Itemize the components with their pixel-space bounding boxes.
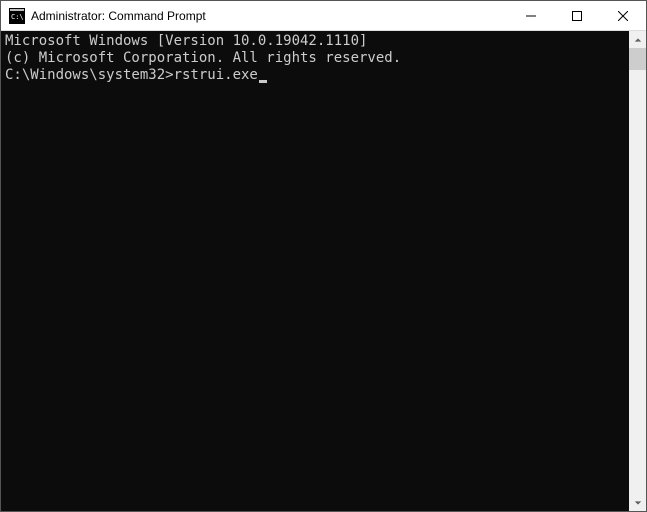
scroll-down-button[interactable] [629,494,646,511]
minimize-button[interactable] [508,1,554,30]
cursor [259,80,267,83]
scroll-thumb[interactable] [629,48,646,70]
terminal-output[interactable]: Microsoft Windows [Version 10.0.19042.11… [1,31,629,511]
svg-text:C:\: C:\ [11,13,24,21]
copyright-line: (c) Microsoft Corporation. All rights re… [5,50,625,67]
version-line: Microsoft Windows [Version 10.0.19042.11… [5,33,625,50]
prompt-line: C:\Windows\system32>rstrui.exe [5,67,625,84]
chevron-up-icon [634,36,642,44]
maximize-icon [572,11,582,21]
cmd-icon: C:\ [9,8,25,24]
scroll-track[interactable] [629,48,646,494]
window-title: Administrator: Command Prompt [31,9,508,23]
close-button[interactable] [600,1,646,30]
scroll-up-button[interactable] [629,31,646,48]
minimize-icon [526,11,536,21]
titlebar[interactable]: C:\ Administrator: Command Prompt [1,1,646,31]
close-icon [618,11,628,21]
typed-command: rstrui.exe [174,67,258,83]
chevron-down-icon [634,499,642,507]
prompt-path: C:\Windows\system32> [5,67,174,83]
maximize-button[interactable] [554,1,600,30]
window-controls [508,1,646,30]
command-prompt-window: C:\ Administrator: Command Prompt Micros… [0,0,647,512]
content-area: Microsoft Windows [Version 10.0.19042.11… [1,31,646,511]
vertical-scrollbar[interactable] [629,31,646,511]
